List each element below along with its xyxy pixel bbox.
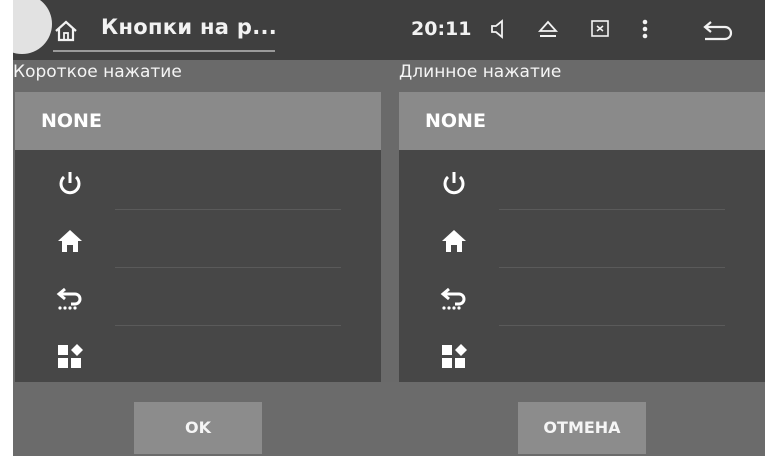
long-option-apps[interactable] xyxy=(399,328,765,386)
screen-off-icon[interactable] xyxy=(589,18,611,44)
row-divider xyxy=(499,325,725,326)
status-bar: Кнопки на р... 20:11 xyxy=(13,0,765,60)
row-divider xyxy=(115,209,341,210)
back-icon xyxy=(55,284,85,314)
menu-dots-icon[interactable] xyxy=(640,18,650,44)
dialog-screen: Кнопки на р... 20:11 Короткое нажатие Дл… xyxy=(13,0,765,456)
title-underline xyxy=(53,50,275,52)
short-option-none[interactable]: NONE xyxy=(15,92,381,150)
short-option-back[interactable] xyxy=(15,270,381,328)
power-icon xyxy=(439,168,469,198)
long-press-label: Длинное нажатие xyxy=(399,62,562,82)
long-option-power[interactable] xyxy=(399,154,765,212)
home-icon[interactable] xyxy=(53,18,79,44)
apps-icon xyxy=(55,342,85,372)
row-divider xyxy=(499,209,725,210)
long-option-none[interactable]: NONE xyxy=(399,92,765,150)
short-press-list: NONE xyxy=(15,92,381,382)
eject-icon[interactable] xyxy=(537,18,559,44)
row-divider xyxy=(499,267,725,268)
short-option-home[interactable] xyxy=(15,212,381,270)
cancel-button[interactable]: ОТМЕНА xyxy=(518,402,646,454)
volume-icon[interactable] xyxy=(489,18,509,44)
ok-button[interactable]: OK xyxy=(134,402,262,454)
row-divider xyxy=(115,267,341,268)
short-press-label: Короткое нажатие xyxy=(13,62,182,82)
option-label: NONE xyxy=(425,110,486,132)
short-option-apps[interactable] xyxy=(15,328,381,386)
long-option-back[interactable] xyxy=(399,270,765,328)
long-option-home[interactable] xyxy=(399,212,765,270)
back-icon xyxy=(439,284,469,314)
dialog-footer: OK ОТМЕНА xyxy=(13,382,765,456)
home-icon xyxy=(439,226,469,256)
back-icon[interactable] xyxy=(701,18,735,46)
power-icon xyxy=(55,168,85,198)
short-option-power[interactable] xyxy=(15,154,381,212)
apps-icon xyxy=(439,342,469,372)
home-icon xyxy=(55,226,85,256)
clock: 20:11 xyxy=(411,18,472,40)
page-title: Кнопки на р... xyxy=(101,15,278,39)
row-divider xyxy=(115,325,341,326)
option-label: NONE xyxy=(41,110,102,132)
long-press-list: NONE xyxy=(399,92,765,382)
